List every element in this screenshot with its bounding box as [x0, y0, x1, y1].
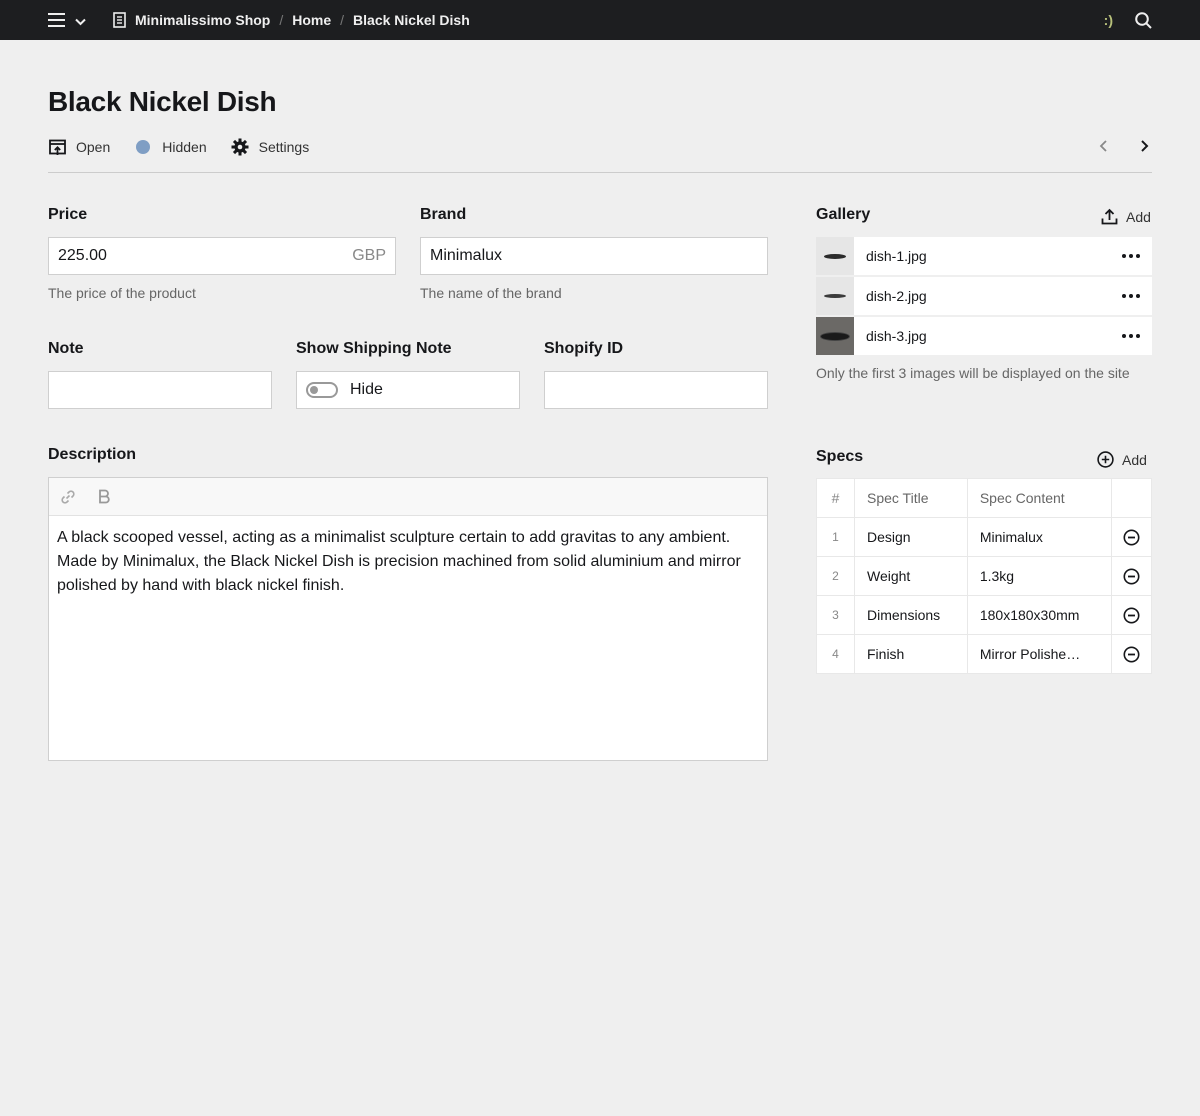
- price-help: The price of the product: [48, 285, 196, 301]
- shopify-id-label: Shopify ID: [544, 340, 624, 357]
- price-unit: GBP: [352, 247, 386, 264]
- chevron-right-icon[interactable]: [1136, 136, 1152, 156]
- breadcrumb-current[interactable]: Black Nickel Dish: [353, 12, 470, 28]
- table-row[interactable]: 4 Finish Mirror Polishe…: [816, 634, 1152, 674]
- table-header-row: # Spec Title Spec Content: [816, 478, 1152, 518]
- search-icon[interactable]: [1135, 11, 1152, 29]
- breadcrumb-home[interactable]: Home: [292, 12, 331, 28]
- user-indicator[interactable]: :): [1104, 12, 1113, 28]
- open-button[interactable]: Open: [48, 138, 110, 156]
- breadcrumb-separator: /: [340, 12, 345, 28]
- gallery-item[interactable]: dish-1.jpg: [816, 237, 1152, 275]
- gallery-add-button[interactable]: Add: [1101, 208, 1151, 225]
- plus-circle-icon: [1097, 451, 1114, 468]
- editor-toolbar: [49, 478, 767, 516]
- top-bar: Minimalissimo Shop / Home / Black Nickel…: [0, 0, 1200, 40]
- specs-add-button[interactable]: Add: [1097, 451, 1147, 468]
- preview-icon: [48, 138, 66, 156]
- page-title: Black Nickel Dish: [48, 86, 277, 117]
- bold-icon[interactable]: [95, 488, 113, 506]
- gallery-title: Gallery: [816, 206, 871, 223]
- page-toolbar: Open Hidden Settings: [48, 136, 333, 158]
- brand-value: Minimalux: [430, 247, 503, 264]
- hamburger-icon: [48, 12, 66, 32]
- status-dot-icon: [134, 138, 152, 156]
- breadcrumb: Minimalissimo Shop / Home / Black Nickel…: [113, 0, 470, 40]
- menu-toggle[interactable]: [48, 12, 86, 32]
- shipping-note-label: Show Shipping Note: [296, 340, 452, 357]
- page-icon: [113, 12, 126, 28]
- specs-table: # Spec Title Spec Content 1 Design Minim…: [816, 478, 1152, 674]
- column-header-number: #: [816, 478, 855, 518]
- remove-icon[interactable]: [1123, 568, 1140, 585]
- gallery-item-filename: dish-2.jpg: [866, 288, 927, 304]
- gallery-add-label: Add: [1126, 208, 1151, 225]
- spec-content-cell[interactable]: Minimalux: [966, 517, 1113, 557]
- spec-title-cell[interactable]: Finish: [854, 634, 968, 674]
- brand-field[interactable]: Minimalux: [420, 237, 768, 275]
- price-field[interactable]: 225.00 GBP: [48, 237, 396, 275]
- remove-icon[interactable]: [1123, 646, 1140, 663]
- specs-add-label: Add: [1122, 451, 1147, 468]
- note-field[interactable]: [48, 371, 272, 409]
- gear-icon: [231, 138, 249, 156]
- spec-content-cell[interactable]: 1.3kg: [966, 556, 1113, 596]
- gallery-help: Only the first 3 images will be displaye…: [816, 365, 1130, 381]
- description-editor[interactable]: A black scooped vessel, acting as a mini…: [48, 477, 768, 761]
- column-header-title: Spec Title: [854, 478, 968, 518]
- specs-title: Specs: [816, 448, 864, 465]
- image-thumbnail: [816, 237, 854, 275]
- chevron-left-icon[interactable]: [1096, 136, 1112, 156]
- shopify-id-field[interactable]: [544, 371, 768, 409]
- price-value: 225.00: [58, 247, 107, 264]
- breadcrumb-site[interactable]: Minimalissimo Shop: [135, 12, 270, 28]
- more-options-icon[interactable]: [1122, 254, 1140, 258]
- column-header-content: Spec Content: [966, 478, 1113, 518]
- table-row[interactable]: 1 Design Minimalux: [816, 517, 1152, 557]
- gallery-list: dish-1.jpg dish-2.jpg dish-3.jpg: [816, 237, 1152, 357]
- price-label: Price: [48, 206, 88, 223]
- row-number: 1: [816, 517, 855, 557]
- breadcrumb-separator: /: [279, 12, 284, 28]
- spec-content-cell[interactable]: Mirror Polishe…: [966, 634, 1113, 674]
- spec-title-cell[interactable]: Dimensions: [854, 595, 968, 635]
- image-thumbnail: [816, 317, 854, 355]
- open-label: Open: [76, 139, 111, 155]
- remove-icon[interactable]: [1123, 607, 1140, 624]
- table-row[interactable]: 2 Weight 1.3kg: [816, 556, 1152, 596]
- chevron-down-icon: [75, 18, 86, 26]
- status-button[interactable]: Hidden: [134, 138, 207, 156]
- upload-icon: [1101, 208, 1118, 225]
- remove-icon[interactable]: [1123, 529, 1140, 546]
- spec-title-cell[interactable]: Weight: [854, 556, 968, 596]
- pager: [1096, 136, 1152, 156]
- settings-button[interactable]: Settings: [231, 138, 310, 156]
- description-label: Description: [48, 446, 137, 463]
- more-options-icon[interactable]: [1122, 294, 1140, 298]
- settings-label: Settings: [258, 139, 310, 155]
- brand-label: Brand: [420, 206, 467, 223]
- column-header-actions: [1111, 478, 1152, 518]
- more-options-icon[interactable]: [1122, 334, 1140, 338]
- header-divider: [48, 172, 1152, 173]
- gallery-item-filename: dish-3.jpg: [866, 328, 927, 344]
- link-icon[interactable]: [59, 488, 77, 506]
- table-row[interactable]: 3 Dimensions 180x180x30mm: [816, 595, 1152, 635]
- spec-title-cell[interactable]: Design: [854, 517, 968, 557]
- description-text[interactable]: A black scooped vessel, acting as a mini…: [49, 516, 767, 608]
- image-thumbnail: [816, 277, 854, 315]
- note-label: Note: [48, 340, 84, 357]
- spec-content-cell[interactable]: 180x180x30mm: [966, 595, 1113, 635]
- gallery-item[interactable]: dish-3.jpg: [816, 317, 1152, 355]
- row-number: 4: [816, 634, 855, 674]
- brand-help: The name of the brand: [420, 285, 562, 301]
- gallery-item[interactable]: dish-2.jpg: [816, 277, 1152, 315]
- shipping-note-value: Hide: [350, 381, 383, 398]
- row-number: 3: [816, 595, 855, 635]
- toggle-switch-icon: [306, 382, 338, 398]
- shipping-note-toggle[interactable]: Hide: [296, 371, 520, 409]
- row-number: 2: [816, 556, 855, 596]
- gallery-item-filename: dish-1.jpg: [866, 248, 927, 264]
- status-label: Hidden: [162, 139, 207, 155]
